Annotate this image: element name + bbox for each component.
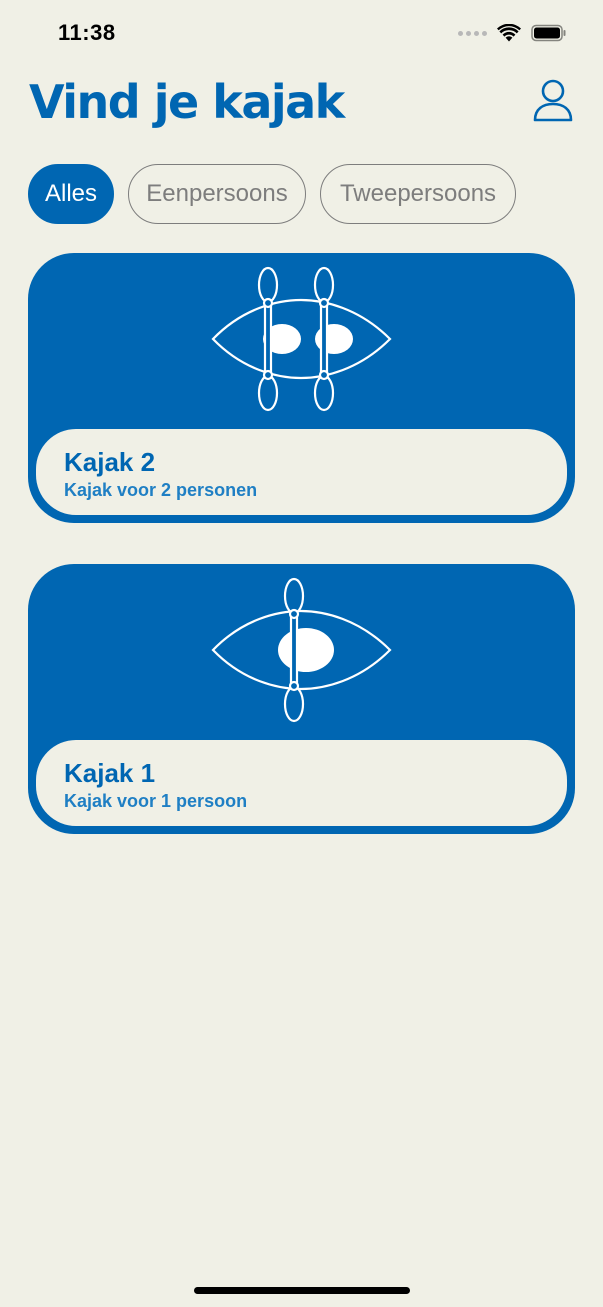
- profile-button[interactable]: [529, 76, 577, 126]
- double-kayak-icon: [211, 266, 392, 412]
- kayak-card-info: Kajak 1 Kajak voor 1 persoon: [36, 740, 567, 826]
- filter-chip-eenpersoons[interactable]: Eenpersoons: [128, 164, 306, 224]
- filter-chip-tweepersoons[interactable]: Tweepersoons: [320, 164, 516, 224]
- page-title: Vind je kajak: [29, 75, 345, 129]
- kayak-card-info: Kajak 2 Kajak voor 2 personen: [36, 429, 567, 515]
- person-outline-icon: [533, 79, 573, 121]
- wifi-icon: [497, 24, 521, 42]
- kayak-card-kajak-2[interactable]: Kajak 2 Kajak voor 2 personen: [28, 253, 575, 523]
- status-time: 11:38: [58, 20, 116, 45]
- battery-icon: [531, 24, 566, 42]
- kayak-title: Kajak 2: [64, 447, 156, 477]
- status-bar: 11:38: [0, 0, 603, 60]
- status-icons: [458, 24, 567, 42]
- kayak-subtitle: Kajak voor 2 personen: [64, 480, 258, 500]
- kayak-subtitle: Kajak voor 1 persoon: [64, 791, 248, 811]
- kayak-title: Kajak 1: [64, 758, 156, 788]
- kayak-card-kajak-1[interactable]: Kajak 1 Kajak voor 1 persoon: [28, 564, 575, 834]
- single-kayak-icon: [211, 577, 392, 723]
- filter-chips: Alles Eenpersoons Tweepersoons: [28, 164, 516, 224]
- home-indicator[interactable]: [194, 1287, 410, 1294]
- filter-chip-alles[interactable]: Alles: [28, 164, 114, 224]
- header: Vind je kajak: [0, 70, 603, 140]
- cellular-signal-icon: [458, 30, 487, 36]
